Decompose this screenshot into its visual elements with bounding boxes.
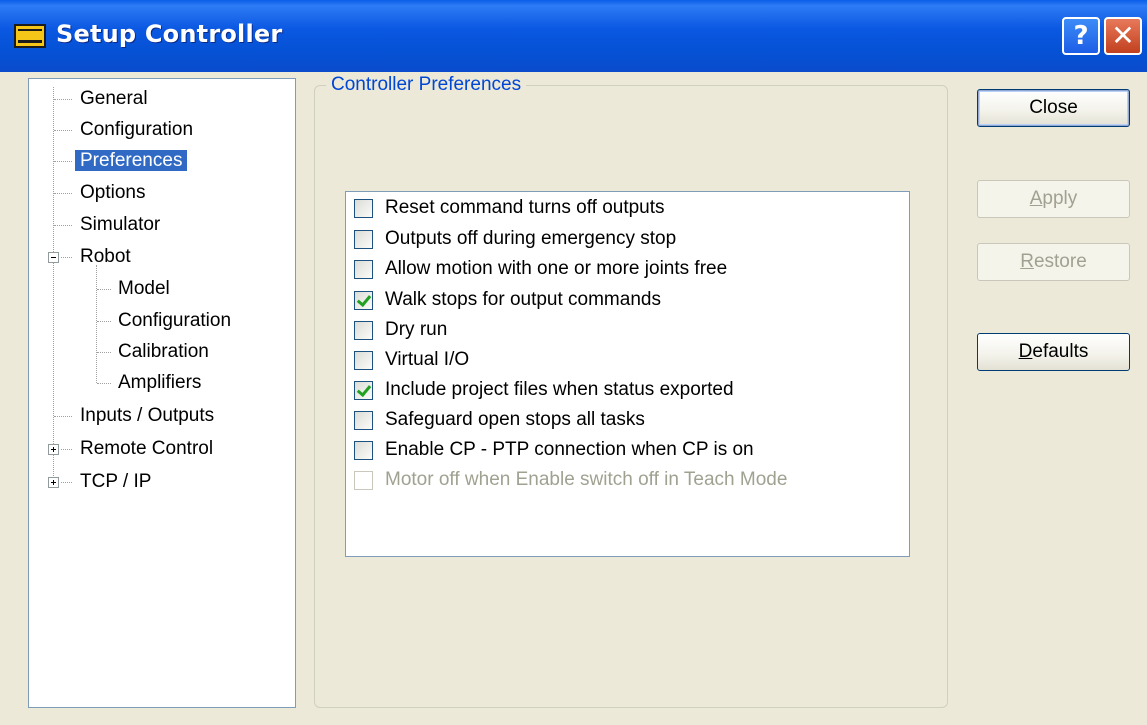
tree-connector [97, 383, 111, 384]
tree-item-general[interactable]: General [80, 85, 148, 113]
tree-connector [54, 416, 72, 417]
tree-item-robot[interactable]: Robot [80, 243, 131, 271]
checkbox[interactable] [354, 230, 373, 249]
tree-item-amplifiers[interactable]: Amplifiers [118, 369, 201, 397]
group-title: Controller Preferences [326, 73, 527, 97]
tree-connector [97, 321, 111, 322]
tree-connector [61, 449, 72, 450]
tree-connector [61, 482, 72, 483]
checkbox-checked[interactable] [354, 291, 373, 310]
tree-item-tcp-ip[interactable]: TCP / IP [80, 468, 151, 496]
tree-item-configuration[interactable]: Configuration [80, 116, 193, 144]
tree-item-calibration[interactable]: Calibration [118, 338, 209, 366]
expand-tcp-ip-icon[interactable] [48, 477, 59, 488]
window-title: Setup Controller [56, 20, 283, 48]
checkbox-disabled [354, 471, 373, 490]
tree-connector [97, 352, 111, 353]
tree-connector [61, 257, 72, 258]
tree-connector [54, 99, 72, 100]
defaults-button[interactable]: Defaults [977, 333, 1130, 371]
expand-remote-control-icon[interactable] [48, 444, 59, 455]
restore-button: Restore [977, 243, 1130, 281]
tree-guide-line [96, 265, 97, 383]
settings-tree[interactable]: General Configuration Preferences Option… [28, 78, 296, 708]
window-close-button[interactable]: ✕ [1104, 17, 1142, 55]
checkbox[interactable] [354, 260, 373, 279]
tree-connector [54, 225, 72, 226]
help-button[interactable]: ? [1062, 17, 1100, 55]
tree-connector [54, 161, 72, 162]
title-bar[interactable]: Setup Controller ? ✕ [0, 0, 1147, 72]
tree-connector [54, 130, 72, 131]
collapse-robot-icon[interactable] [48, 252, 59, 263]
setup-controller-dialog: Setup Controller ? ✕ General Configurati… [0, 0, 1147, 725]
tree-item-model[interactable]: Model [118, 275, 170, 303]
checkbox[interactable] [354, 321, 373, 340]
tree-item-inputs-outputs[interactable]: Inputs / Outputs [80, 402, 214, 430]
tree-item-robot-configuration[interactable]: Configuration [118, 307, 231, 335]
tree-item-simulator[interactable]: Simulator [80, 211, 160, 239]
checkbox[interactable] [354, 351, 373, 370]
preferences-checklist[interactable]: Reset command turns off outputs Outputs … [345, 191, 910, 557]
tree-connector [97, 289, 111, 290]
checkbox[interactable] [354, 441, 373, 460]
checkbox-checked[interactable] [354, 381, 373, 400]
checkbox[interactable] [354, 199, 373, 218]
apply-button: Apply [977, 180, 1130, 218]
close-button[interactable]: Close [977, 89, 1130, 127]
tree-item-options[interactable]: Options [80, 179, 145, 207]
tree-item-remote-control[interactable]: Remote Control [80, 435, 213, 463]
checkbox[interactable] [354, 411, 373, 430]
tree-connector [54, 193, 72, 194]
tree-guide-line [53, 87, 54, 484]
controller-app-icon [14, 24, 46, 48]
tree-item-preferences[interactable]: Preferences [75, 147, 188, 175]
